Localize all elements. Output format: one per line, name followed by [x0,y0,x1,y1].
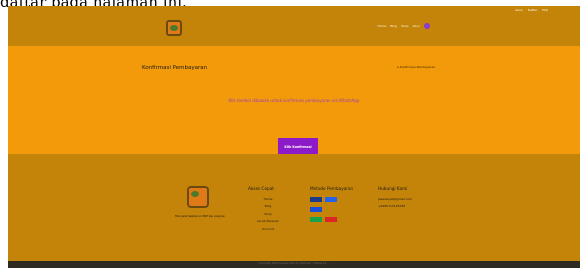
contact-email[interactable]: jasaweyes@gmail.com [378,197,438,201]
footer-description: Toko pada halaman ini fiktif dan yang la… [175,215,225,218]
footer-link-home[interactable]: Home [248,197,288,201]
payment-logo-row [310,217,370,222]
payment-methods-column: Metode Pembayaran [310,186,370,227]
top-link-daftar[interactable]: Daftar [528,8,537,12]
quick-access-heading: Akses Cepat [248,186,274,191]
nav-shop[interactable]: Shop [401,24,409,28]
footer-link-blog[interactable]: Blog [248,204,288,208]
footer-link-shop[interactable]: Shop [248,212,288,216]
footer-link-account[interactable]: Account [248,227,288,231]
mandiri-logo [325,197,337,202]
cart-icon[interactable] [424,23,430,29]
copyright-text: Copyright 2021 Laravel Toko by Rambiel |… [258,262,330,265]
alfamart-logo [325,217,337,222]
website-screenshot: Akun Daftar FAQ Home Blog Shop Akun Konf… [8,6,580,268]
site-logo[interactable] [166,20,182,36]
quick-access-column: Akses Cepat Home Blog Shop Lacak Pesanan… [248,186,288,234]
breadcrumb-current: Konfirmasi Pembayaran [399,65,436,69]
top-link-akun[interactable]: Akun [515,8,523,12]
contact-phone[interactable]: +6285715195785 [378,204,438,208]
top-link-faq[interactable]: FAQ [542,8,548,12]
payment-logo-row [310,197,370,202]
payment-methods-heading: Metode Pembayaran [310,186,354,191]
payment-logo-row [310,207,370,212]
page-title: Konfirmasi Pembayaran [142,65,208,71]
nav-blog[interactable]: Blog [390,24,397,28]
home-icon[interactable]: ⌂ [397,65,399,69]
nav-home[interactable]: Home [377,24,386,28]
main-nav: Home Blog Shop Akun [377,23,430,29]
indomaret-logo [310,217,322,222]
nav-akun[interactable]: Akun [413,24,421,28]
site-footer: Toko pada halaman ini fiktif dan yang la… [8,154,580,261]
confirmation-message: Klik tombol dibawah untuk konfirmasi pem… [228,98,360,103]
footer-link-lacak-pesanan[interactable]: Lacak Pesanan [248,219,288,223]
contact-column: Hubungi Kami jasaweyes@gmail.com +628571… [378,186,438,212]
copyright-bar: Copyright 2021 Laravel Toko by Rambiel |… [8,261,580,268]
contact-heading: Hubungi Kami [378,186,408,191]
confirmation-section: Konfirmasi Pembayaran ⌂ Konfirmasi Pemba… [8,46,580,156]
top-links: Akun Daftar FAQ [515,8,548,12]
breadcrumb: ⌂ Konfirmasi Pembayaran [397,65,435,69]
bca-logo [310,197,322,202]
site-header: Akun Daftar FAQ Home Blog Shop Akun [8,6,580,46]
footer-logo [187,186,209,208]
bri-logo [310,207,322,212]
